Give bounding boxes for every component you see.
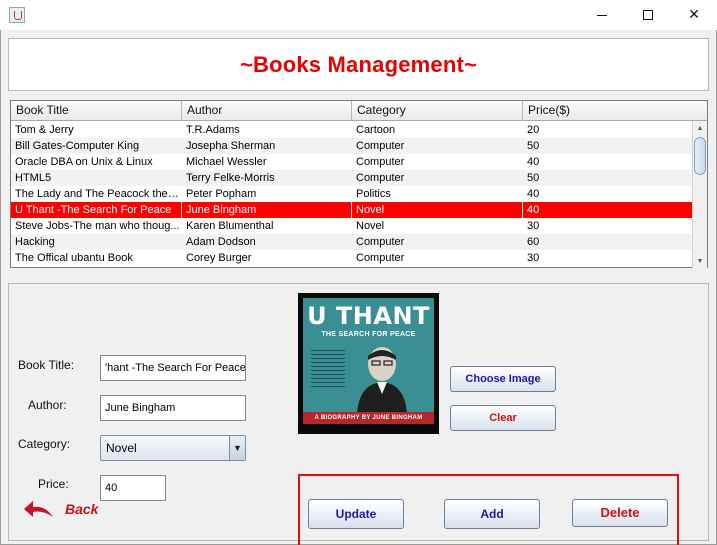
table-cell: 40 xyxy=(523,202,693,218)
table-cell: Karen Blumenthal xyxy=(186,220,274,232)
table-cell: 50 xyxy=(527,172,540,184)
table-cell: 30 xyxy=(527,220,540,232)
book-title-label: Book Title: xyxy=(18,358,75,372)
table-cell: 30 xyxy=(527,252,540,264)
java-app-icon xyxy=(9,7,25,23)
table-cell: Politics xyxy=(356,188,391,200)
table-cell: Oracle DBA on Unix & Linux xyxy=(15,156,153,168)
table-row[interactable]: U Thant -The Search For Peace June Bingha… xyxy=(11,202,693,218)
action-buttons-group: Update Add Delete xyxy=(298,474,679,545)
author-label: Author: xyxy=(28,398,67,412)
table-cell: 40 xyxy=(527,156,540,168)
close-icon: ✕ xyxy=(688,7,700,23)
table-cell: Computer xyxy=(356,156,405,168)
cover-author-band: A BIOGRAPHY BY JUNE BINGHAM xyxy=(303,412,434,424)
title-bar: ✕ xyxy=(0,0,717,30)
books-table: Book Title Author Category Price($) Tom … xyxy=(10,100,708,268)
back-label: Back xyxy=(65,501,99,517)
cover-text-block xyxy=(311,350,345,390)
table-row[interactable]: HTML5 Terry Felke-Morris Computer 50 xyxy=(11,170,693,186)
table-row[interactable]: Oracle DBA on Unix & Linux Michael Wessle… xyxy=(11,154,693,170)
table-cell: June Bingham xyxy=(182,202,352,218)
table-cell: Corey Burger xyxy=(186,252,252,264)
book-title-field[interactable]: 'hant -The Search For Peace xyxy=(100,355,246,381)
table-cell: Cartoon xyxy=(356,124,396,136)
table-cell: T.R.Adams xyxy=(186,124,240,136)
book-cover-art: U THANT THE SEARCH FOR PEACE A BIOGRAPHY… xyxy=(303,298,434,424)
table-cell: 50 xyxy=(527,140,540,152)
book-form-panel: Book Title: 'hant -The Search For Peace … xyxy=(8,283,709,545)
close-button[interactable]: ✕ xyxy=(671,0,717,30)
category-select[interactable]: Novel ▼ xyxy=(100,435,246,461)
table-cell: Bill Gates-Computer King xyxy=(15,140,140,152)
table-cell: U Thant -The Search For Peace xyxy=(11,202,182,218)
header-panel: ~Books Management~ xyxy=(8,38,709,91)
table-cell: Steve Jobs-The man who thoug... xyxy=(15,220,180,232)
price-field[interactable]: 40 xyxy=(100,475,166,501)
table-cell: Adam Dodson xyxy=(186,236,256,248)
column-header-price[interactable]: Price($) xyxy=(523,101,693,121)
book-cover-image: U THANT THE SEARCH FOR PEACE A BIOGRAPHY… xyxy=(298,293,439,434)
delete-button[interactable]: Delete xyxy=(572,499,668,527)
table-cell: 20 xyxy=(527,124,540,136)
author-field[interactable]: June Bingham xyxy=(100,395,246,421)
category-select-value: Novel xyxy=(106,441,137,455)
chevron-down-icon[interactable]: ▼ xyxy=(229,436,245,460)
table-cell: Novel xyxy=(356,220,385,232)
column-header-author[interactable]: Author xyxy=(182,101,352,121)
table-row[interactable]: Hacking Adam Dodson Computer 60 xyxy=(11,234,693,250)
table-cell: Computer xyxy=(356,236,405,248)
update-button[interactable]: Update xyxy=(308,499,404,529)
table-row[interactable]: The Offical ubantu Book Corey Burger Compu… xyxy=(11,250,693,266)
table-cell: Michael Wessler xyxy=(186,156,267,168)
table-cell: The Offical ubantu Book xyxy=(15,252,133,264)
clear-button[interactable]: Clear xyxy=(450,405,556,431)
portrait-image xyxy=(357,347,407,414)
price-label: Price: xyxy=(38,477,69,491)
table-row[interactable]: Bill Gates-Computer King Josepha Sherman C… xyxy=(11,138,693,154)
table-cell: HTML5 xyxy=(15,172,52,184)
back-arrow-icon xyxy=(24,501,53,517)
cover-subtitle: THE SEARCH FOR PEACE xyxy=(321,331,416,338)
minimize-icon xyxy=(597,14,607,16)
vertical-scrollbar[interactable]: ▲ ▼ xyxy=(692,121,707,268)
scroll-up-icon[interactable]: ▲ xyxy=(693,121,707,135)
table-cell: Computer xyxy=(356,172,405,184)
table-cell: Josepha Sherman xyxy=(186,140,276,152)
table-body: Tom & Jerry T.R.Adams Cartoon 20 Bill Gates-… xyxy=(11,122,693,266)
table-cell: 40 xyxy=(527,188,540,200)
choose-image-button[interactable]: Choose Image xyxy=(450,366,556,392)
table-cell: Computer xyxy=(356,140,405,152)
table-cell: Tom & Jerry xyxy=(15,124,74,136)
back-link[interactable]: Back xyxy=(23,498,98,520)
table-header: Book Title Author Category Price($) xyxy=(11,101,693,121)
table-cell: Novel xyxy=(352,202,523,218)
table-cell: Terry Felke-Morris xyxy=(186,172,275,184)
page-title: ~Books Management~ xyxy=(239,52,478,77)
table-cell: Computer xyxy=(356,252,405,264)
column-header-category[interactable]: Category xyxy=(352,101,523,121)
table-cell: 60 xyxy=(527,236,540,248)
table-row[interactable]: The Lady and The Peacock the l... Peter P… xyxy=(11,186,693,202)
table-row[interactable]: Tom & Jerry T.R.Adams Cartoon 20 xyxy=(11,122,693,138)
cover-title: U THANT xyxy=(307,302,430,330)
column-header-book-title[interactable]: Book Title xyxy=(11,101,182,121)
add-button[interactable]: Add xyxy=(444,499,540,529)
table-cell: Peter Popham xyxy=(186,188,257,200)
maximize-button[interactable] xyxy=(625,0,671,30)
main-frame: ~Books Management~ Book Title Author Cat… xyxy=(0,30,717,545)
scrollbar-thumb[interactable] xyxy=(694,137,706,175)
table-row[interactable]: Steve Jobs-The man who thoug... Karen Blu… xyxy=(11,218,693,234)
table-cell: Hacking xyxy=(15,236,55,248)
category-label: Category: xyxy=(18,437,71,451)
table-corner xyxy=(692,101,707,121)
scroll-down-icon[interactable]: ▼ xyxy=(693,254,707,268)
table-cell: The Lady and The Peacock the l... xyxy=(15,188,182,200)
maximize-icon xyxy=(643,10,653,20)
minimize-button[interactable] xyxy=(579,0,625,30)
